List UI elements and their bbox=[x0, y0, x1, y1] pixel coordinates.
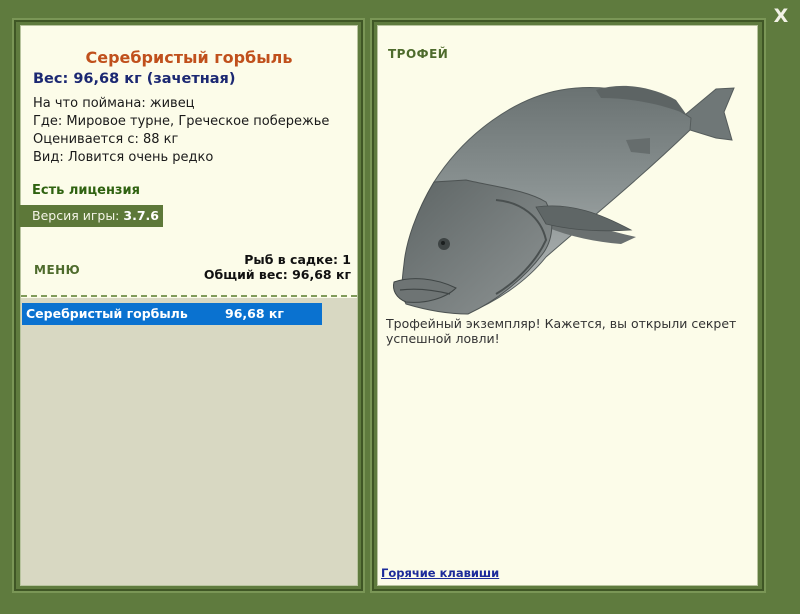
close-button[interactable]: X bbox=[771, 6, 791, 26]
keepnet-row[interactable]: Серебристый горбыль 96,68 кг bbox=[22, 303, 322, 325]
fish-name: Серебристый горбыль bbox=[85, 48, 293, 67]
fish-info-rarity: Вид: Ловится очень редко bbox=[33, 150, 214, 165]
version-bar: Версия игры: 3.7.6 bbox=[19, 205, 163, 227]
keepnet-stats: Рыб в садке: 1 Общий вес: 96,68 кг bbox=[204, 252, 351, 282]
fish-info-panel: Серебристый горбыль Вес: 96,68 кг (зачет… bbox=[19, 25, 358, 586]
keepnet-row-weight: 96,68 кг bbox=[225, 306, 284, 321]
version-value: 3.7.6 bbox=[123, 208, 159, 223]
fish-info-location: Где: Мировое турне, Греческое побережье bbox=[33, 114, 330, 129]
fish-count: Рыб в садке: 1 bbox=[244, 252, 351, 267]
total-weight: Общий вес: 96,68 кг bbox=[203, 267, 351, 282]
keepnet-list: Серебристый горбыль 96,68 кг bbox=[21, 298, 357, 585]
fish-weight: Вес: 96,68 кг (зачетная) bbox=[33, 71, 236, 87]
fish-info-list: На что поймана: живец Где: Мировое турне… bbox=[33, 95, 329, 167]
keepnet-row-name: Серебристый горбыль bbox=[26, 306, 188, 321]
fish-info-bait: На что поймана: живец bbox=[33, 96, 195, 111]
divider bbox=[21, 295, 357, 297]
fish-image bbox=[393, 85, 735, 315]
hotkeys-link[interactable]: Горячие клавиши bbox=[381, 566, 499, 580]
trophy-panel: ТРОФЕЙ Трофейный экземпляр! Кажется, вы … bbox=[377, 25, 758, 586]
fish-info-threshold: Оценивается с: 88 кг bbox=[33, 132, 179, 147]
version-label: Версия игры: bbox=[32, 208, 120, 223]
license-status: Есть лицензия bbox=[32, 183, 140, 198]
menu-button[interactable]: МЕНЮ bbox=[34, 263, 80, 277]
trophy-description: Трофейный экземпляр! Кажется, вы открыли… bbox=[386, 316, 737, 346]
